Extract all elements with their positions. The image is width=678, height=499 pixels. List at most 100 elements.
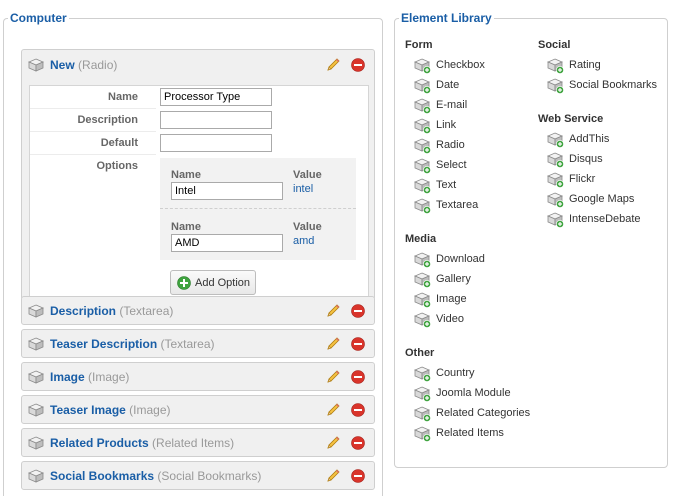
element-title-line: Related Products (Related Items) [50, 436, 234, 450]
element-title-line: Social Bookmarks (Social Bookmarks) [50, 469, 261, 483]
library-item-label: AddThis [569, 133, 610, 145]
category-heading-media: Media [405, 233, 437, 245]
option-name-field[interactable] [171, 234, 283, 252]
option-name-field[interactable] [171, 182, 283, 200]
element-title: Social Bookmarks [50, 469, 155, 483]
library-item-label: Radio [436, 139, 465, 151]
computer-legend: Computer [8, 11, 69, 25]
description-field[interactable] [160, 111, 272, 129]
cube-add-icon [414, 58, 430, 72]
element-panel-new: New (Radio) Name Description Default Opt… [21, 49, 375, 300]
element-type: (Textarea) [160, 337, 215, 351]
delete-icon[interactable] [351, 337, 365, 351]
delete-icon[interactable] [351, 58, 365, 72]
cube-add-icon [547, 212, 563, 226]
pencil-icon[interactable] [325, 402, 341, 418]
delete-icon[interactable] [351, 370, 365, 384]
option-value[interactable]: amd [293, 235, 314, 247]
add-option-button[interactable]: Add Option [170, 270, 256, 295]
library-item-label: Disqus [569, 153, 603, 165]
element-row-teaser-image[interactable]: Teaser Image (Image) [21, 395, 375, 424]
pencil-icon[interactable] [325, 336, 341, 352]
library-item-label: Rating [569, 59, 601, 71]
element-panel-header[interactable]: New (Radio) [22, 50, 374, 80]
category-heading-social: Social [538, 39, 571, 51]
delete-icon[interactable] [351, 304, 365, 318]
cube-add-icon [414, 366, 430, 380]
cube-icon [28, 337, 44, 351]
add-option-label: Add Option [195, 276, 251, 289]
pencil-icon[interactable] [325, 468, 341, 484]
element-row-description[interactable]: Description (Textarea) [21, 296, 375, 325]
cube-add-icon [547, 132, 563, 146]
delete-icon[interactable] [351, 403, 365, 417]
element-title: Description [50, 304, 117, 318]
library-item-label: Flickr [569, 173, 596, 185]
element-title-line: Description (Textarea) [50, 304, 173, 318]
element-title: Teaser Description [50, 337, 158, 351]
library-item-label: Link [436, 119, 457, 131]
element-type: (Image) [88, 370, 130, 384]
cube-icon [28, 58, 44, 72]
cube-add-icon [414, 426, 430, 440]
element-type: (Social Bookmarks) [157, 469, 262, 483]
pencil-icon[interactable] [325, 369, 341, 385]
cube-add-icon [547, 172, 563, 186]
element-config-form: Name Description Default Options Name Va… [29, 85, 369, 297]
plus-circle-icon [177, 276, 191, 290]
library-item-label: Video [436, 313, 464, 325]
cube-add-icon [414, 292, 430, 306]
element-title-line: Teaser Image (Image) [50, 403, 171, 417]
element-title-line: Image (Image) [50, 370, 129, 384]
element-title: Teaser Image [50, 403, 126, 417]
library-item-label: Download [436, 253, 485, 265]
element-title: Related Products [50, 436, 149, 450]
library-item-label: Select [436, 159, 467, 171]
delete-icon[interactable] [351, 436, 365, 450]
library-item-label: Date [436, 79, 460, 91]
cube-add-icon [414, 406, 430, 420]
library-item-label: Gallery [436, 273, 471, 285]
library-item-label: IntenseDebate [569, 213, 641, 225]
pencil-icon[interactable] [325, 303, 341, 319]
cube-add-icon [547, 152, 563, 166]
cube-add-icon [414, 252, 430, 266]
element-type: (Related Items) [152, 436, 235, 450]
element-row-social-bookmarks[interactable]: Social Bookmarks (Social Bookmarks) [21, 461, 375, 490]
option-name-header: Name [171, 169, 201, 181]
cube-add-icon [414, 118, 430, 132]
option-value-header: Value [293, 169, 322, 181]
delete-icon[interactable] [351, 469, 365, 483]
cube-add-icon [414, 272, 430, 286]
option-divider [160, 208, 356, 209]
library-item-label: E-mail [436, 99, 468, 111]
element-row-image[interactable]: Image (Image) [21, 362, 375, 391]
default-field[interactable] [160, 134, 272, 152]
library-item-label: Checkbox [436, 59, 485, 71]
library-item-label: Image [436, 293, 467, 305]
option-value[interactable]: intel [293, 183, 313, 195]
cube-add-icon [414, 138, 430, 152]
library-item-label: Textarea [436, 199, 479, 211]
element-row-related-products[interactable]: Related Products (Related Items) [21, 428, 375, 457]
description-label: Description [30, 109, 156, 132]
pencil-icon[interactable] [325, 57, 341, 73]
cube-icon [28, 370, 44, 384]
element-title-line: New (Radio) [50, 58, 117, 72]
element-library-fieldset: Element Library Form Checkbox Date E-mai… [394, 11, 668, 468]
element-title-line: Teaser Description (Textarea) [50, 337, 215, 351]
pencil-icon[interactable] [325, 435, 341, 451]
category-heading-form: Form [405, 39, 433, 51]
cube-add-icon [414, 158, 430, 172]
name-label: Name [30, 86, 156, 109]
cube-icon [28, 403, 44, 417]
default-label: Default [30, 132, 156, 155]
library-item-label: Social Bookmarks [569, 79, 658, 91]
element-type: (Image) [129, 403, 171, 417]
cube-add-icon [414, 98, 430, 112]
cube-add-icon [414, 312, 430, 326]
cube-add-icon [414, 178, 430, 192]
cube-add-icon [547, 192, 563, 206]
element-row-teaser-description[interactable]: Teaser Description (Textarea) [21, 329, 375, 358]
name-field[interactable] [160, 88, 272, 106]
